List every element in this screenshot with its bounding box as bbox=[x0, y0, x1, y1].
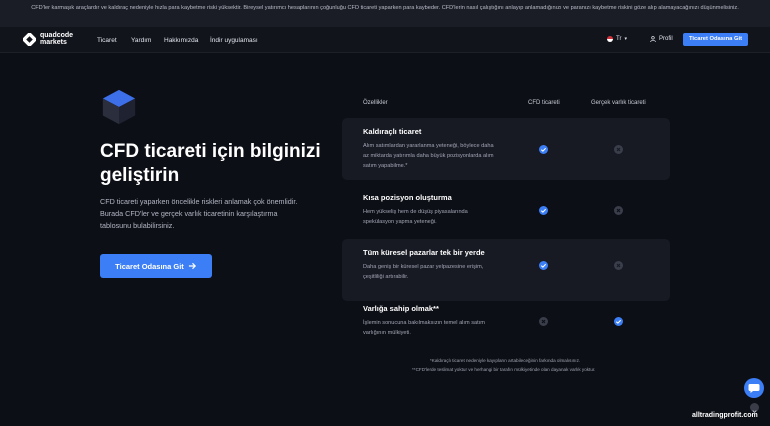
profile-link[interactable]: Profil bbox=[650, 36, 673, 42]
chat-button[interactable] bbox=[744, 378, 764, 398]
check-icon bbox=[539, 206, 548, 215]
language-label: Tr bbox=[616, 36, 622, 42]
watermark-text: alltradingprofit.com bbox=[692, 412, 758, 419]
row-description: Hem yükseliş hem de düşüş piyasalarında … bbox=[363, 209, 468, 225]
row-title: Tüm küresel pazarlar tek bir yerde bbox=[363, 248, 485, 257]
hero-title: CFD ticareti için bilginizi geliştirin bbox=[100, 141, 321, 186]
chevron-down-icon: ▾ bbox=[624, 36, 627, 42]
row-description: İşlemin sonucuna bakılmaksızın temel alı… bbox=[363, 320, 485, 336]
quadcode-logo[interactable]: quadcode markets bbox=[23, 32, 73, 46]
cube-icon bbox=[102, 89, 136, 125]
comparison-row-short-position: Kısa pozisyon oluşturma Hem yükseliş hem… bbox=[342, 184, 670, 246]
row-description: Alım satımlardan yararlanma yeteneği, bö… bbox=[363, 143, 494, 169]
column-header-features: Özellikler bbox=[363, 100, 388, 106]
check-icon bbox=[539, 145, 548, 154]
comparison-row-global-markets: Tüm küresel pazarlar tek bir yerde Daha … bbox=[342, 239, 670, 301]
row-title: Kaldıraçlı ticaret bbox=[363, 127, 422, 136]
quadcode-logo-icon bbox=[23, 32, 36, 46]
logo-text-line1: quadcode bbox=[40, 32, 74, 39]
hero-trade-room-button[interactable]: Ticaret Odasına Git bbox=[100, 254, 212, 278]
go-to-trade-room-button[interactable]: Ticaret Odasına Git bbox=[683, 33, 748, 46]
turkey-flag-icon bbox=[607, 36, 613, 42]
nav-link-trading[interactable]: Ticaret bbox=[97, 37, 117, 44]
nav-link-download-app[interactable]: İndir uygulaması bbox=[210, 37, 258, 44]
column-header-real-asset: Gerçek varlık ticareti bbox=[591, 100, 646, 106]
column-header-cfd: CFD ticareti bbox=[528, 100, 560, 106]
user-icon bbox=[650, 36, 656, 42]
cross-icon bbox=[539, 317, 548, 326]
hero-button-label: Ticaret Odasına Git bbox=[115, 261, 184, 271]
cross-icon bbox=[614, 261, 623, 270]
scroll-down-button[interactable] bbox=[750, 403, 759, 414]
footnote-ownership: **CFD'lerde teslimat yoktur ve herhangi … bbox=[412, 367, 596, 372]
row-title: Kısa pozisyon oluşturma bbox=[363, 193, 452, 202]
nav-link-about[interactable]: Hakkımızda bbox=[164, 37, 198, 44]
arrow-right-icon bbox=[188, 262, 196, 270]
logo-text-line2: markets bbox=[40, 39, 67, 46]
language-selector[interactable]: Tr ▾ bbox=[607, 36, 627, 42]
chat-icon bbox=[748, 384, 760, 393]
footnote-leverage: *Kaldıraçlı ticaret nedeniyle kayıpların… bbox=[430, 358, 581, 363]
risk-warning-banner: CFD'ler karmaşık araçlardır ve kaldıraç … bbox=[0, 0, 770, 27]
row-title: Varlığa sahip olmak** bbox=[363, 304, 439, 313]
cross-icon bbox=[614, 206, 623, 215]
check-icon bbox=[539, 261, 548, 270]
hero-description: CFD ticareti yaparken öncelikle riskleri… bbox=[100, 197, 298, 230]
row-description: Daha geniş bir küresel pazar yelpazesine… bbox=[363, 264, 484, 280]
comparison-row-asset-ownership: Varlığa sahip olmak** İşlemin sonucuna b… bbox=[342, 295, 670, 357]
comparison-row-leverage: Kaldıraçlı ticaret Alım satımlardan yara… bbox=[342, 118, 670, 180]
check-icon bbox=[614, 317, 623, 326]
top-navbar: quadcode markets Ticaret Yardım Hakkımız… bbox=[0, 27, 770, 53]
profile-label: Profil bbox=[659, 36, 673, 42]
nav-link-help[interactable]: Yardım bbox=[131, 37, 151, 44]
cross-icon bbox=[614, 145, 623, 154]
